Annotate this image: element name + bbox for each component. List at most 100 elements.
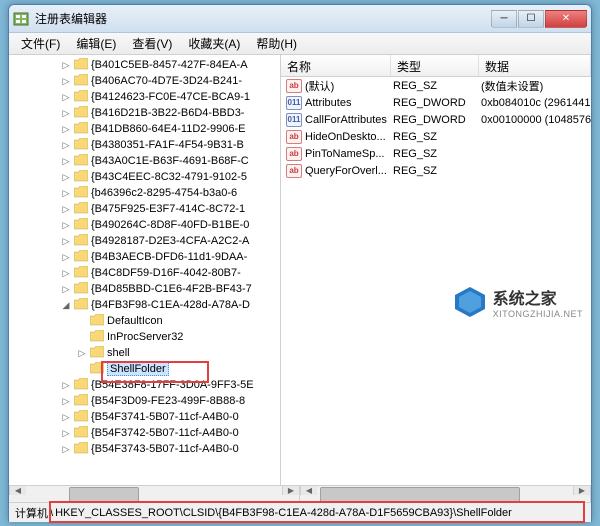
tree-toggle-icon[interactable]: ▷ (61, 172, 71, 183)
tree-item[interactable]: ▷{B54E38F8-17FF-3D0A-9FF3-5E (9, 377, 280, 393)
tree-item[interactable]: ▷shell (9, 345, 280, 361)
tree-item[interactable]: ▷{B401C5EB-8457-427F-84EA-A (9, 57, 280, 73)
menu-edit[interactable]: 编辑(E) (68, 33, 124, 54)
tree-toggle-icon[interactable]: ▷ (61, 428, 71, 439)
tree-toggle-icon[interactable]: ▷ (77, 348, 87, 359)
tree-toggle-icon[interactable]: ▷ (61, 76, 71, 87)
statusbar: 计算机 \ HKEY_CLASSES_ROOT\CLSID\{B4FB3F98-… (9, 502, 591, 522)
tree-scrollbar[interactable]: ◀ ▶ (9, 486, 300, 502)
folder-icon (71, 234, 91, 249)
folder-icon (87, 330, 107, 345)
value-row[interactable]: abQueryForOverl...REG_SZ (281, 162, 591, 179)
tree-toggle-icon[interactable]: ▷ (61, 444, 71, 455)
col-name[interactable]: 名称 (281, 55, 391, 76)
menu-view[interactable]: 查看(V) (124, 33, 180, 54)
folder-icon (71, 202, 91, 217)
value-type: REG_DWORD (393, 97, 481, 109)
tree-toggle-icon[interactable]: ▷ (61, 92, 71, 103)
tree-toggle-icon[interactable]: ▷ (61, 156, 71, 167)
binary-value-icon: 011 (286, 96, 302, 110)
tree-toggle-icon[interactable]: ▷ (61, 236, 71, 247)
tree-item[interactable]: ▷ {B4928187-D2E3-4CFA-A2C2-A (9, 233, 280, 249)
menu-file[interactable]: 文件(F) (13, 33, 68, 54)
list-header: 名称 类型 数据 (281, 55, 591, 77)
tree-toggle-icon[interactable]: ◢ (61, 300, 71, 311)
tree-toggle-icon[interactable]: ▷ (61, 124, 71, 135)
tree-toggle-icon[interactable]: ▷ (61, 396, 71, 407)
tree-item[interactable]: ▷{B54F3743-5B07-11cf-A4B0-0 (9, 441, 280, 457)
list-scrollbar[interactable]: ◀ ▶ (300, 486, 591, 502)
window-title: 注册表编辑器 (35, 10, 491, 27)
folder-icon (71, 186, 91, 201)
menu-favorites[interactable]: 收藏夹(A) (180, 33, 248, 54)
col-data[interactable]: 数据 (479, 55, 591, 76)
tree-item[interactable]: ▷{B4124623-FC0E-47CE-BCA9-1 (9, 89, 280, 105)
folder-icon (71, 298, 91, 313)
tree-toggle-icon[interactable]: ▷ (61, 252, 71, 263)
tree-item-label: InProcServer32 (107, 331, 183, 343)
col-type[interactable]: 类型 (391, 55, 479, 76)
tree-item[interactable]: ▷{B54F3742-5B07-11cf-A4B0-0 (9, 425, 280, 441)
tree-item[interactable]: ▷{B43A0C1E-B63F-4691-B68F-C (9, 153, 280, 169)
scroll-thumb[interactable] (320, 487, 520, 502)
tree-toggle-icon[interactable]: ▷ (61, 140, 71, 151)
tree-item[interactable]: ▷ {B43C4EEC-8C32-4791-9102-5 (9, 169, 280, 185)
value-row[interactable]: ab(默认)REG_SZ(数值未设置) (281, 77, 591, 94)
tree-toggle-icon[interactable]: ▷ (61, 220, 71, 231)
tree-item[interactable]: DefaultIcon (9, 313, 280, 329)
folder-icon (71, 90, 91, 105)
tree-toggle-icon[interactable]: ▷ (61, 60, 71, 71)
tree-item-label: {B43C4EEC-8C32-4791-9102-5 (91, 171, 247, 183)
value-row[interactable]: 011CallForAttributesREG_DWORD0x00100000 … (281, 111, 591, 128)
minimize-button[interactable]: ─ (491, 10, 517, 28)
value-data: (数值未设置) (481, 78, 591, 94)
tree-item-label: {B406AC70-4D7E-3D24-B241- (91, 75, 242, 87)
value-data: 0xb084010c (29614410 (481, 97, 591, 109)
value-name: QueryForOverl... (305, 165, 393, 177)
watermark: 系统之家 XITONGZHIJIA.NET (453, 285, 583, 319)
scroll-right-button[interactable]: ▶ (282, 486, 299, 495)
scroll-left-button[interactable]: ◀ (300, 486, 317, 495)
horizontal-scrollbars: ◀ ▶ ◀ ▶ (9, 485, 591, 502)
tree-item[interactable]: ▷{b46396c2-8295-4754-b3a0-6 (9, 185, 280, 201)
value-row[interactable]: abHideOnDeskto...REG_SZ (281, 128, 591, 145)
close-button[interactable]: ✕ (545, 10, 587, 28)
tree-item[interactable]: ShellFolder (9, 361, 280, 377)
tree-toggle-icon[interactable]: ▷ (61, 204, 71, 215)
value-row[interactable]: abPinToNameSp...REG_SZ (281, 145, 591, 162)
scroll-left-button[interactable]: ◀ (9, 486, 26, 495)
tree-toggle-icon[interactable]: ▷ (61, 380, 71, 391)
tree-item[interactable]: ▷{B41DB860-64E4-11D2-9906-E (9, 121, 280, 137)
menu-help[interactable]: 帮助(H) (248, 33, 305, 54)
tree-toggle-icon[interactable]: ▷ (61, 284, 71, 295)
tree-item-label: {B54F3741-5B07-11cf-A4B0-0 (91, 411, 239, 423)
scroll-thumb[interactable] (69, 487, 139, 502)
tree-item[interactable]: ▷{B4380351-FA1F-4F54-9B31-B (9, 137, 280, 153)
tree-item[interactable]: ▷{B4C8DF59-D16F-4042-80B7- (9, 265, 280, 281)
tree-item[interactable]: ▷{B490264C-8D8F-40FD-B1BE-0 (9, 217, 280, 233)
tree-item[interactable]: ▷ {B406AC70-4D7E-3D24-B241- (9, 73, 280, 89)
tree-item[interactable]: ▷{B54F3D09-FE23-499F-8B88-8 (9, 393, 280, 409)
maximize-button[interactable]: ☐ (518, 10, 544, 28)
scroll-right-button[interactable]: ▶ (573, 486, 590, 495)
tree-item[interactable]: ▷{B4B3AECB-DFD6-11d1-9DAA- (9, 249, 280, 265)
titlebar[interactable]: 注册表编辑器 ─ ☐ ✕ (9, 5, 591, 33)
tree-toggle-icon[interactable]: ▷ (61, 412, 71, 423)
value-data: 0x00100000 (1048576) (481, 114, 591, 126)
tree-pane[interactable]: ▷{B401C5EB-8457-427F-84EA-A▷{B406AC70-4D… (9, 55, 281, 485)
tree-item[interactable]: ▷{B475F925-E3F7-414C-8C72-1 (9, 201, 280, 217)
tree-item[interactable]: ◢{B4FB3F98-C1EA-428d-A78A-D (9, 297, 280, 313)
values-pane[interactable]: 名称 类型 数据 ab(默认)REG_SZ(数值未设置)011Attribute… (281, 55, 591, 485)
tree-item[interactable]: ▷{B416D21B-3B22-B6D4-BBD3- (9, 105, 280, 121)
folder-icon (71, 394, 91, 409)
tree-item-label: {B4928187-D2E3-4CFA-A2C2-A (91, 235, 249, 247)
tree-toggle-icon[interactable]: ▷ (61, 188, 71, 199)
value-row[interactable]: 011AttributesREG_DWORD0xb084010c (296144… (281, 94, 591, 111)
tree-item[interactable]: InProcServer32 (9, 329, 280, 345)
value-type: REG_SZ (393, 131, 481, 143)
tree-item[interactable]: ▷{B4D85BBD-C1E6-4F2B-BF43-7 (9, 281, 280, 297)
tree-item[interactable]: ▷ {B54F3741-5B07-11cf-A4B0-0 (9, 409, 280, 425)
tree-toggle-icon[interactable]: ▷ (61, 108, 71, 119)
folder-icon (71, 378, 91, 393)
tree-toggle-icon[interactable]: ▷ (61, 268, 71, 279)
